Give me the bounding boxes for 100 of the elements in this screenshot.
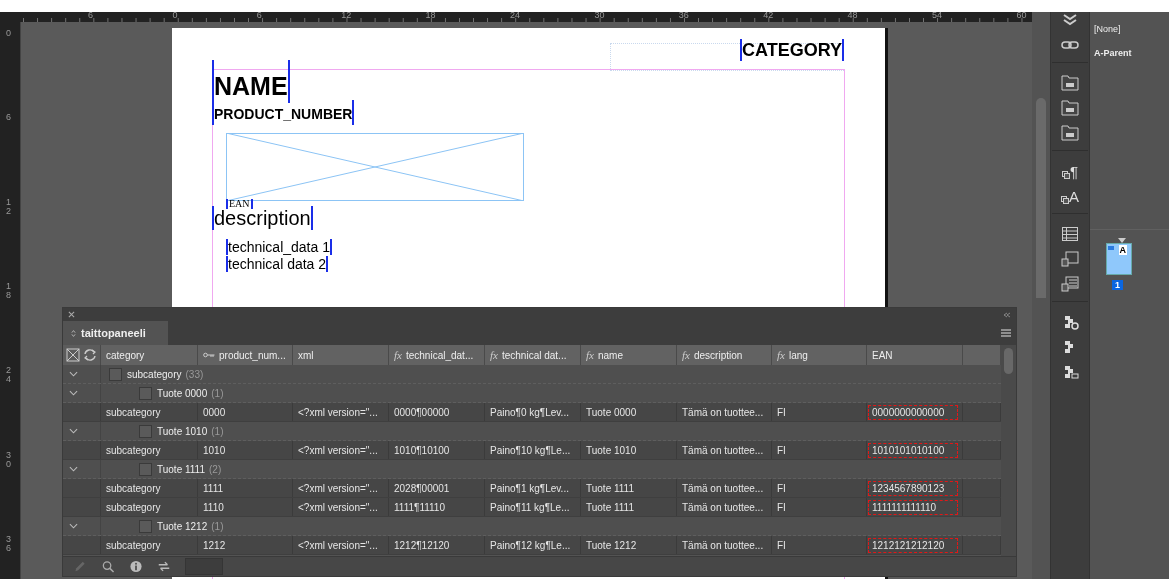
ruler-label: 30 — [594, 10, 605, 20]
page-thumbnail[interactable]: A — [1106, 243, 1132, 275]
column-header[interactable]: fx description — [677, 345, 772, 365]
table-cell: 1111¶11110 — [394, 501, 445, 513]
table-cell: 1212121212120 — [869, 538, 957, 552]
ruler-label: 24 — [510, 10, 520, 20]
group-count: (1) — [211, 425, 224, 437]
expand-chevron-icon[interactable] — [69, 390, 78, 396]
table-cell: 0000 — [203, 406, 226, 418]
table-cell: 1111111111110 — [869, 500, 957, 514]
scrollbar-thumb[interactable] — [1004, 348, 1013, 374]
column-header[interactable]: product_num... — [198, 345, 293, 365]
close-icon[interactable] — [68, 311, 75, 318]
column-header[interactable]: xml — [293, 345, 389, 365]
column-header[interactable]: fx lang — [772, 345, 867, 365]
ruler-label: 48 — [847, 10, 858, 20]
ruler-label: 12 — [341, 10, 352, 20]
group-count: (1) — [211, 387, 224, 399]
group-checkbox[interactable] — [139, 519, 152, 533]
folder-icon[interactable] — [1061, 125, 1079, 141]
table-icon[interactable] — [1061, 226, 1079, 242]
column-header[interactable]: EAN — [867, 345, 963, 365]
ruler-label: 18 — [6, 281, 11, 300]
table-cell: 1010101010100 — [869, 443, 957, 457]
ean-text[interactable]: EAN — [226, 199, 253, 209]
ruler-label: 42 — [763, 10, 774, 20]
table-cell: 0000000000000 — [869, 405, 957, 419]
product-number-text[interactable]: PRODUCT_NUMBER — [212, 100, 355, 125]
table-cell: <?xml version="... — [298, 444, 378, 456]
group-checkbox[interactable] — [139, 462, 152, 476]
column-header[interactable]: fx name — [581, 345, 677, 365]
ruler-label: 36 — [6, 534, 11, 553]
table-cell: Tämä on tuottee... — [682, 501, 764, 513]
collapse-icon[interactable] — [1003, 311, 1011, 318]
group-count: (2) — [209, 463, 222, 475]
folder-icon[interactable] — [1061, 75, 1079, 91]
table-cell: Tuote 1010 — [586, 444, 637, 456]
expand-chevron-icon[interactable] — [69, 523, 78, 529]
column-header[interactable]: fx technical dat... — [485, 345, 581, 365]
info-icon[interactable] — [129, 560, 143, 573]
table-cell: <?xml version="... — [298, 406, 378, 418]
table-cell: 1234567890123 — [869, 481, 957, 495]
menu-icon[interactable] — [1001, 329, 1011, 337]
style-glyph[interactable]: A — [1069, 189, 1079, 204]
table-cell: Tuote 1212 — [586, 539, 637, 551]
ruler-label: 6 — [88, 10, 93, 20]
group-checkbox[interactable] — [139, 386, 152, 400]
table-cell: 1010¶10100 — [394, 444, 450, 456]
folder-icon[interactable] — [1061, 100, 1079, 116]
technical-data-text[interactable]: technical_data 1 — [226, 239, 332, 255]
table-cell: Paino¶12 kg¶Le... — [490, 539, 571, 551]
table-cell: 1010 — [203, 444, 226, 456]
refresh-icon[interactable] — [83, 348, 97, 362]
table-cell: Tuote 1111 — [586, 501, 634, 513]
frames-icon[interactable] — [1061, 251, 1079, 267]
group-count: (1) — [211, 520, 224, 532]
table-cell: 1111 — [203, 482, 224, 494]
technical-data-text[interactable]: technical data 2 — [226, 256, 329, 272]
frames-icon[interactable] — [1061, 171, 1070, 179]
table-cell: Paino¶1 kg¶Lev... — [490, 482, 569, 494]
table-cell: Tuote 0000 — [586, 406, 637, 418]
expand-chevron-icon[interactable] — [69, 466, 78, 472]
expand-chevron-icon[interactable] — [69, 371, 78, 377]
group-checkbox[interactable] — [109, 367, 122, 381]
table-cell: Tämä on tuottee... — [682, 444, 764, 456]
ruler-label: 30 — [6, 450, 11, 469]
parent-page-item[interactable]: [None] — [1094, 24, 1169, 34]
table-cell: Paino¶0 kg¶Lev... — [490, 406, 569, 418]
table-cell: <?xml version="... — [298, 539, 378, 551]
column-header[interactable]: fx technical_dat... — [389, 345, 485, 365]
triangle-icon — [1118, 238, 1126, 243]
double-chevron-icon[interactable] — [1061, 12, 1079, 28]
description-text[interactable]: description — [212, 206, 313, 230]
table-cell: subcategory — [106, 406, 161, 418]
ruler-label: 6 — [6, 113, 11, 123]
table-cell: Tämä on tuottee... — [682, 482, 764, 494]
table-cell: Paino¶10 kg¶Le... — [490, 444, 571, 456]
search-icon[interactable] — [101, 560, 115, 573]
expand-chevron-icon[interactable] — [69, 428, 78, 434]
group-checkbox[interactable] — [139, 424, 152, 438]
ruler-label: 54 — [932, 10, 942, 20]
table-cell: <?xml version="... — [298, 501, 378, 513]
column-header[interactable]: category — [101, 345, 198, 365]
page-number[interactable]: 1 — [1112, 280, 1123, 290]
frames-list-icon[interactable] — [1061, 276, 1079, 292]
table-cell: Paino¶11 kg¶Le... — [490, 501, 570, 513]
name-text[interactable]: NAME — [212, 60, 290, 103]
frames-icon[interactable] — [1061, 196, 1069, 204]
swap-arrows-icon[interactable] — [157, 560, 171, 573]
group-label: Tuote 1010 — [157, 425, 208, 437]
table-cell: 1212 — [203, 539, 226, 551]
table-cell: FI — [777, 482, 786, 494]
crossed-box-icon[interactable] — [66, 348, 80, 362]
category-text[interactable]: CATEGORY — [740, 39, 844, 61]
style-glyph[interactable]: ¶ — [1069, 164, 1079, 179]
parent-page-item[interactable]: A-Parent — [1094, 48, 1169, 58]
group-label: subcategory — [127, 368, 182, 380]
table-cell: subcategory — [106, 539, 161, 551]
ruler-label: 12 — [6, 197, 11, 216]
panel-tab[interactable]: taittopaneeli — [63, 321, 168, 345]
